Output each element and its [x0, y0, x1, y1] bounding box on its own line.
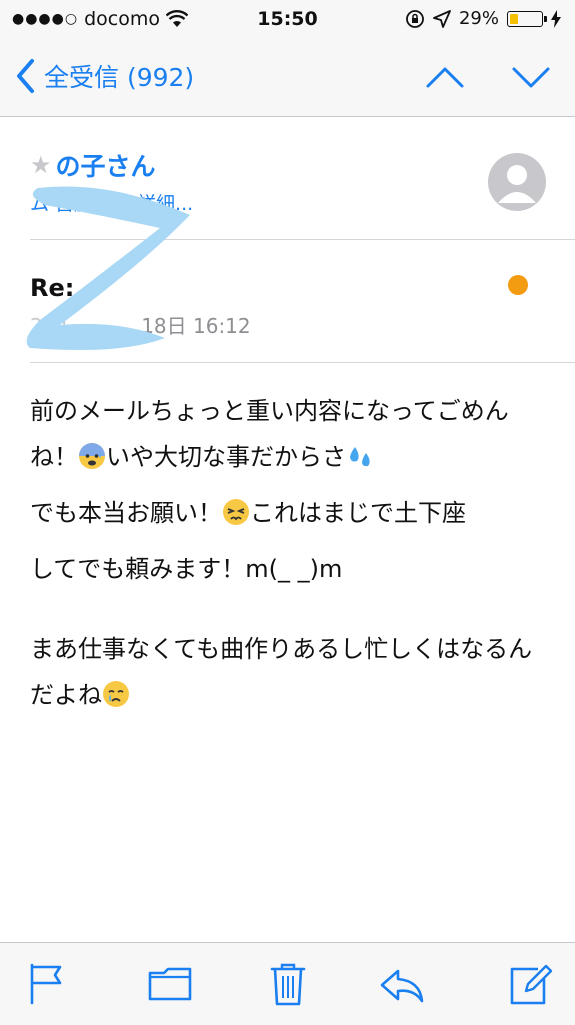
person-icon [498, 165, 536, 203]
folder-icon[interactable] [146, 961, 194, 1007]
unread-indicator[interactable] [508, 275, 528, 295]
orientation-lock-icon [406, 9, 424, 28]
body-text: でも本当お願い！ [30, 499, 222, 527]
message-date-visible: 18日 16:12 [141, 314, 251, 338]
recipients-label: ム 宮藤瑞菜 [30, 193, 132, 215]
subject-block: Re: 201 18日 16:12 [0, 240, 575, 362]
bottom-toolbar [0, 942, 575, 1025]
divider [30, 362, 575, 363]
subject: Re: [30, 274, 75, 302]
message-header: ★ の子さん ム 宮藤瑞菜 詳細... [0, 117, 575, 239]
body-paragraph: してでも頼みます！m(_ _)m [30, 546, 550, 592]
message-body: 前のメールちょっと重い内容になってごめんね！ いや大切な事だからさ でも本当お願… [30, 388, 550, 728]
avatar[interactable] [488, 153, 546, 211]
chevron-left-icon [17, 59, 34, 93]
anxious-face-icon [79, 443, 105, 469]
body-text: してでも頼みます！m(_ _)m [30, 555, 343, 583]
reply-icon[interactable] [378, 961, 426, 1007]
star-icon[interactable]: ★ [30, 151, 52, 179]
persevering-face-icon [223, 499, 249, 525]
nav-bar: 全受信 (992) [0, 40, 575, 117]
body-paragraph: でも本当お願い！ これはまじで土下座 [30, 490, 550, 536]
flag-icon[interactable] [22, 961, 70, 1007]
location-icon [433, 9, 451, 28]
crying-face-icon [103, 681, 129, 707]
charging-icon [551, 9, 561, 28]
body-paragraph: まあ仕事なくても曲作りあるし忙しくはなるんだよね [30, 626, 550, 718]
sender-label: の子さん [55, 152, 156, 181]
trash-icon[interactable] [264, 961, 312, 1007]
next-message-button[interactable] [511, 62, 551, 92]
body-text: いや大切な事だからさ [106, 443, 346, 471]
body-text: これはまじで土下座 [250, 499, 466, 527]
battery-level [510, 13, 518, 24]
compose-icon[interactable] [506, 961, 554, 1007]
details-link[interactable]: 詳細... [137, 189, 193, 216]
back-button[interactable]: 全受信 (992) [14, 58, 194, 94]
recipients-line[interactable]: ム 宮藤瑞菜 詳細... [30, 189, 193, 216]
battery-percent: 29% [458, 8, 499, 29]
previous-message-button[interactable] [425, 62, 465, 92]
body-paragraph: 前のメールちょっと重い内容になってごめんね！ いや大切な事だからさ [30, 388, 550, 480]
back-label: 全受信 (992) [44, 63, 195, 92]
battery-icon [507, 10, 547, 27]
status-bar: ●●●●○ docomo 15:50 29% [0, 0, 575, 40]
message-date: 201 18日 16:12 [30, 314, 251, 338]
sweat-droplets-icon [350, 447, 370, 467]
sender-name[interactable]: ★ の子さん [30, 147, 156, 183]
